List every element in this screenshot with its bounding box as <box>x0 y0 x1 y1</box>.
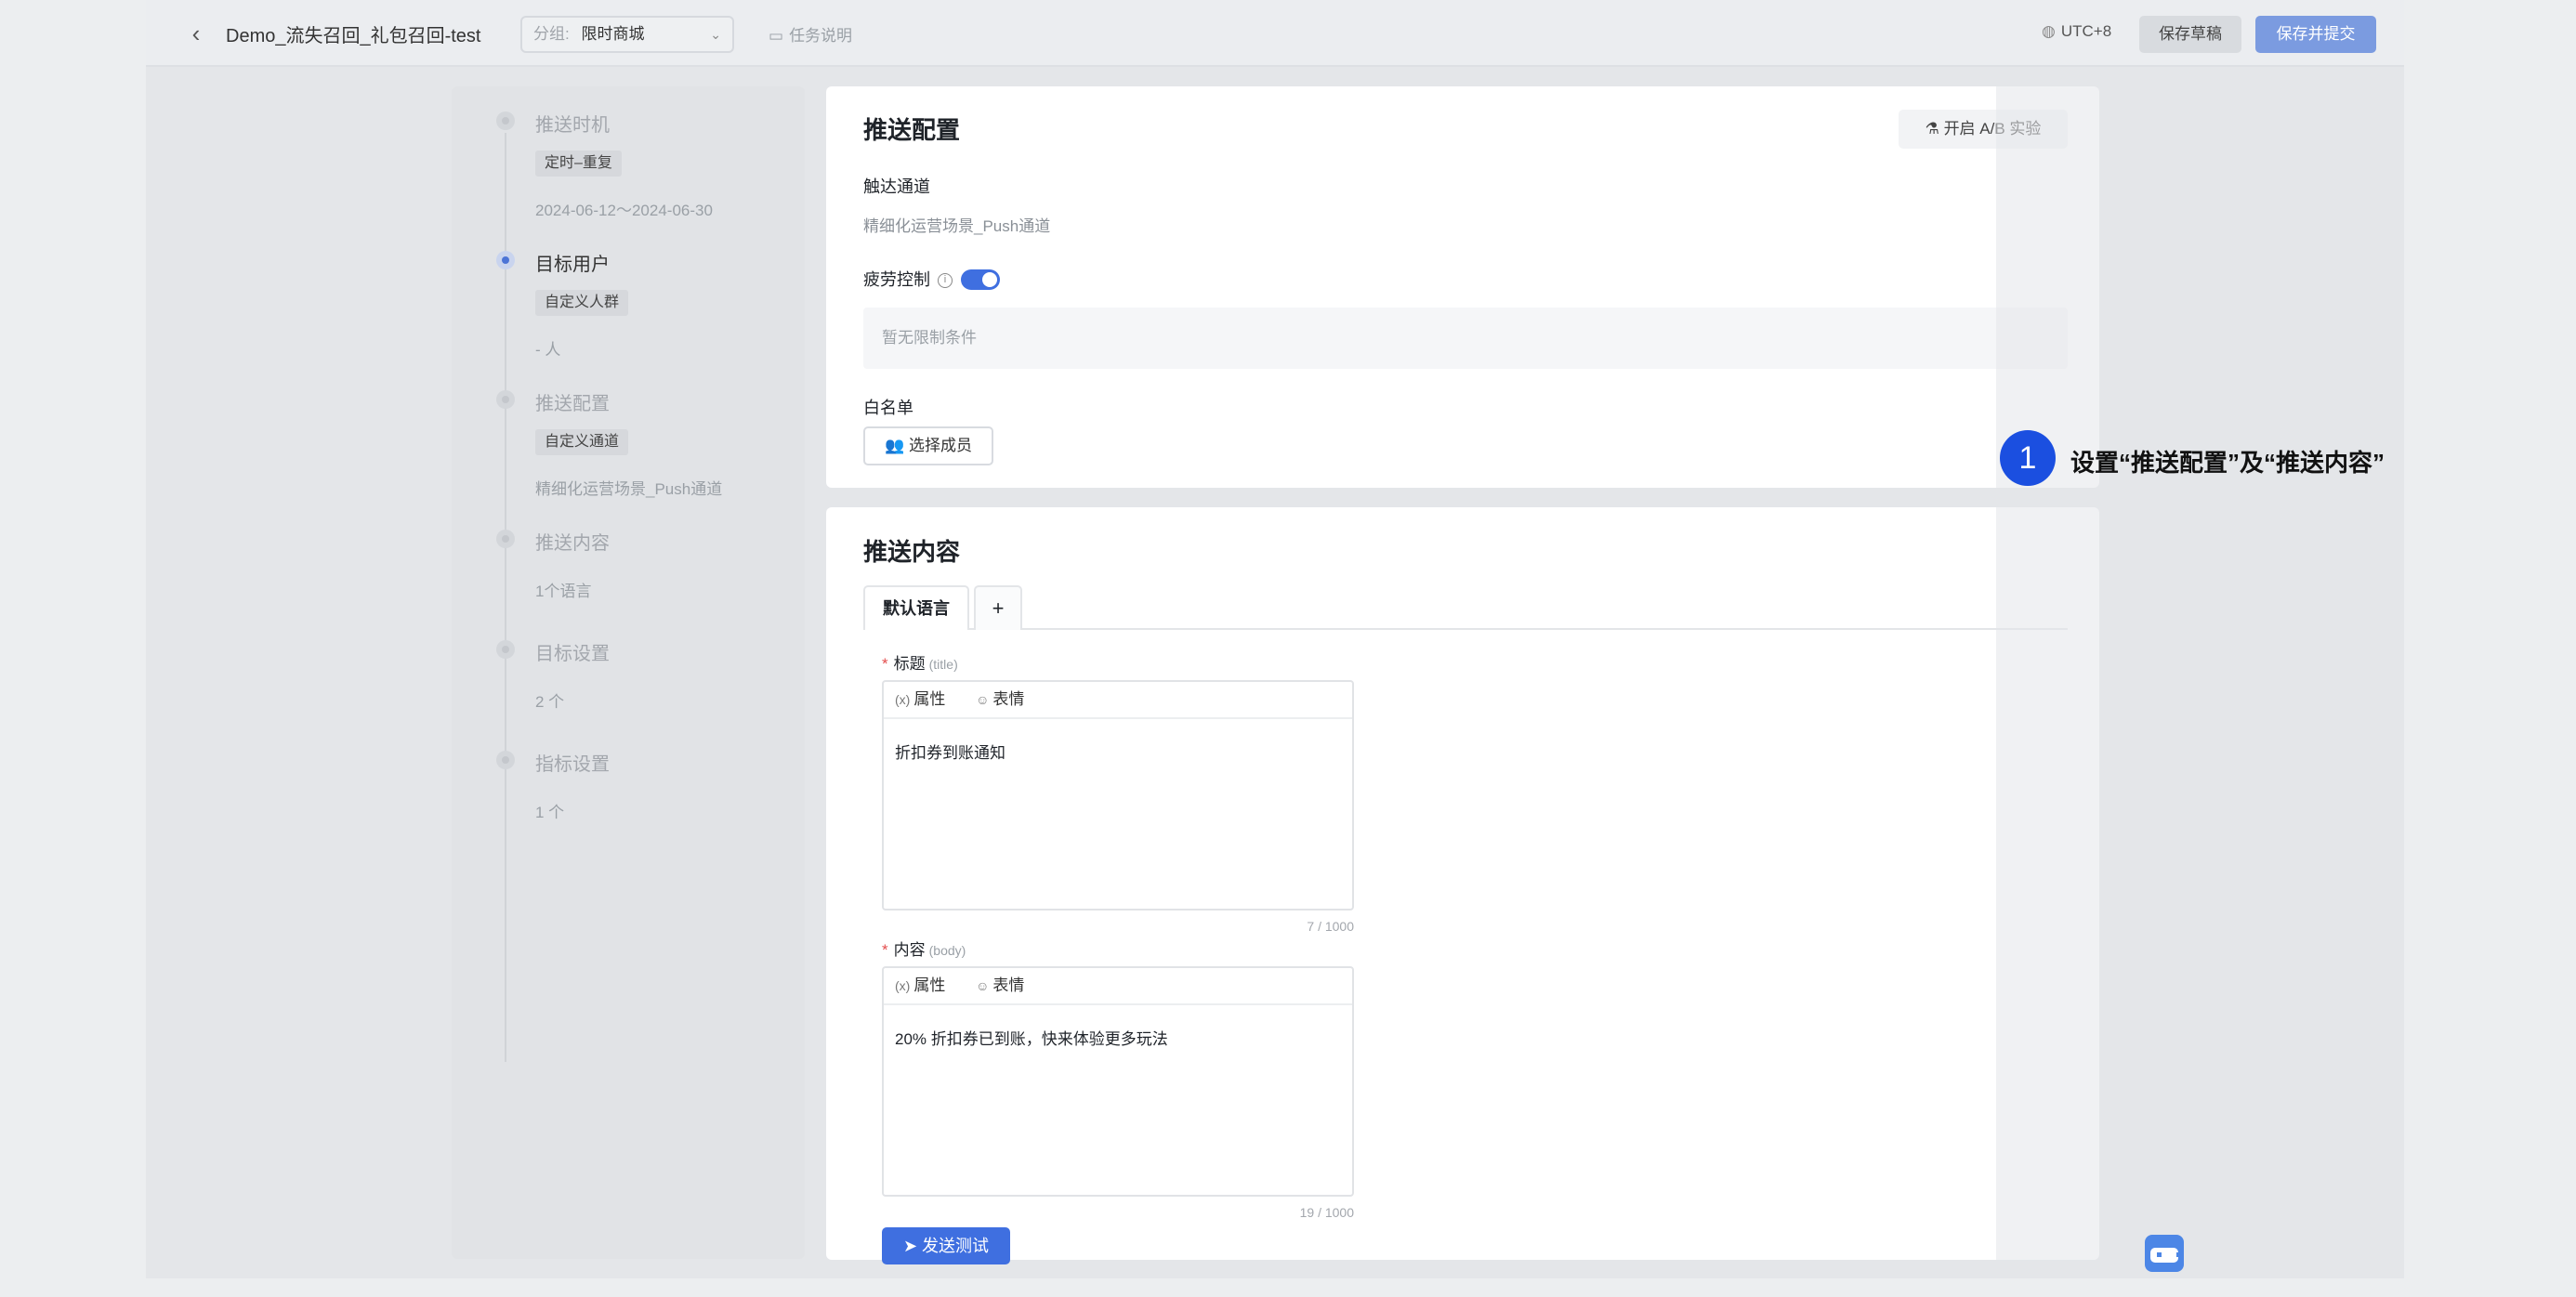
section-title: 推送内容 <box>863 538 961 566</box>
paper-plane-icon: ➤ <box>902 1237 918 1255</box>
push-content-card: 推送内容 默认语言 + * 标题 (title) (x) 属性 ☺ 表情 折扣券到账通知… <box>826 507 2099 1264</box>
step-dot-active <box>496 251 515 269</box>
group-prefix: 分组: <box>533 25 570 43</box>
step-title: 推送内容 <box>535 533 610 554</box>
step-dot <box>496 640 515 659</box>
channel-value: 精细化运营场景_Push通道 <box>863 217 1051 235</box>
title-char-count: 7 / 1000 <box>1307 919 1354 934</box>
globe-icon: ◍ <box>2042 22 2056 40</box>
step-title: 指标设置 <box>535 754 610 775</box>
step-sub: 1 个 <box>535 804 565 821</box>
fatigue-label: 疲劳控制 i <box>863 267 953 291</box>
body-char-count: 19 / 1000 <box>1299 1205 1354 1220</box>
title-text[interactable]: 折扣券到账通知 <box>884 719 1352 783</box>
emoji-label: 表情 <box>992 976 1025 994</box>
body-hint: (body) <box>928 943 966 958</box>
task-title: Demo_流失召回_礼包召回-test <box>226 26 481 46</box>
steps-connector <box>505 133 506 1062</box>
title-editor[interactable]: (x) 属性 ☺ 表情 折扣券到账通知 <box>882 680 1354 911</box>
editor-toolbar: (x) 属性 ☺ 表情 <box>884 682 1352 719</box>
save-submit-button[interactable]: 保存并提交 <box>2255 16 2376 53</box>
add-language-button[interactable]: + <box>974 585 1022 630</box>
step-dot <box>496 111 515 130</box>
fatigue-toggle[interactable] <box>961 269 1000 290</box>
body-text[interactable]: 20% 折扣券已到账，快来体验更多玩法 <box>884 1005 1352 1069</box>
title-hint: (title) <box>928 657 958 672</box>
step-title: 推送配置 <box>535 394 610 414</box>
title-label-text: 标题 <box>893 655 926 673</box>
assistant-bot-icon[interactable] <box>2145 1235 2184 1272</box>
step-sub: 2 个 <box>535 693 565 711</box>
send-test-label: 发送测试 <box>922 1237 990 1255</box>
task-desc-label: 任务说明 <box>789 27 853 45</box>
variable-icon: (x) <box>895 692 911 707</box>
attribute-label: 属性 <box>913 976 946 994</box>
step-sub: - 人 <box>535 341 561 359</box>
attribute-label: 属性 <box>913 690 946 708</box>
step-title: 目标设置 <box>535 644 610 664</box>
title-field-label: * 标题 (title) <box>882 650 958 674</box>
select-members-label: 选择成员 <box>908 437 972 454</box>
smile-icon: ☺ <box>976 692 990 707</box>
timezone[interactable]: ◍ UTC+8 <box>2042 22 2111 41</box>
whitelist-label: 白名单 <box>863 399 913 417</box>
attribute-button[interactable]: (x) 属性 <box>895 976 958 994</box>
top-bar: ‹ Demo_流失召回_礼包召回-test 分组: 限时商城 ⌄ ▭ 任务说明 ◍… <box>146 0 2404 67</box>
variable-icon: (x) <box>895 978 911 993</box>
editor-toolbar: (x) 属性 ☺ 表情 <box>884 968 1352 1005</box>
push-config-card: 推送配置 ⚗ 开启 A/B 实验 触达通道 精细化运营场景_Push通道 疲劳控… <box>826 86 2099 488</box>
save-draft-button[interactable]: 保存草稿 <box>2139 16 2241 53</box>
timezone-label: UTC+8 <box>2060 22 2112 40</box>
required-mark: * <box>882 941 888 959</box>
emoji-label: 表情 <box>992 690 1025 708</box>
back-icon[interactable]: ‹ <box>183 20 209 46</box>
step-tag: 定时–重复 <box>535 151 622 177</box>
emoji-button[interactable]: ☺ 表情 <box>976 976 1037 994</box>
task-desc-link[interactable]: ▭ 任务说明 <box>769 22 852 46</box>
step-sub: 1个语言 <box>535 583 592 600</box>
dim-overlay <box>1996 86 2099 1278</box>
body-field-label: * 内容 (body) <box>882 937 966 960</box>
steps-panel: 推送时机 定时–重复 2024-06-12～2024-06-30 目标用户 自定… <box>452 86 805 1259</box>
step-sub: 2024-06-12～2024-06-30 <box>535 202 713 219</box>
users-icon: 👥 <box>885 437 905 454</box>
step-tag: 自定义人群 <box>535 290 629 316</box>
comment-icon: ▭ <box>769 27 784 45</box>
select-members-button[interactable]: 👥 选择成员 <box>863 426 993 465</box>
required-mark: * <box>882 655 888 673</box>
group-select[interactable]: 分组: 限时商城 ⌄ <box>520 16 734 53</box>
step-dot <box>496 751 515 769</box>
step-dot <box>496 390 515 409</box>
step-sub: 精细化运营场景_Push通道 <box>535 480 723 498</box>
group-value: 限时商城 <box>581 25 645 43</box>
flask-icon: ⚗ <box>1925 120 1939 138</box>
info-icon[interactable]: i <box>938 273 953 289</box>
section-title: 推送配置 <box>863 116 961 144</box>
step-title: 目标用户 <box>535 255 610 275</box>
fatigue-label-text: 疲劳控制 <box>863 270 930 289</box>
language-tabs: 默认语言 + <box>863 585 2068 630</box>
body-editor[interactable]: (x) 属性 ☺ 表情 20% 折扣券已到账，快来体验更多玩法 <box>882 966 1354 1197</box>
channel-label: 触达通道 <box>863 177 930 196</box>
tab-default-language[interactable]: 默认语言 <box>863 585 969 630</box>
fatigue-empty-state: 暂无限制条件 <box>863 308 2068 369</box>
emoji-button[interactable]: ☺ 表情 <box>976 690 1037 708</box>
body-label-text: 内容 <box>893 941 926 959</box>
step-dot <box>496 530 515 548</box>
step-tag: 自定义通道 <box>535 429 629 455</box>
chevron-down-icon: ⌄ <box>710 27 721 42</box>
send-test-button[interactable]: ➤ 发送测试 <box>882 1227 1010 1264</box>
step-number-badge: 1 <box>2000 430 2056 486</box>
attribute-button[interactable]: (x) 属性 <box>895 690 958 708</box>
smile-icon: ☺ <box>976 978 990 993</box>
step-title: 推送时机 <box>535 115 610 136</box>
annotation-text: 设置“推送配置”及“推送内容” <box>2070 449 2385 477</box>
